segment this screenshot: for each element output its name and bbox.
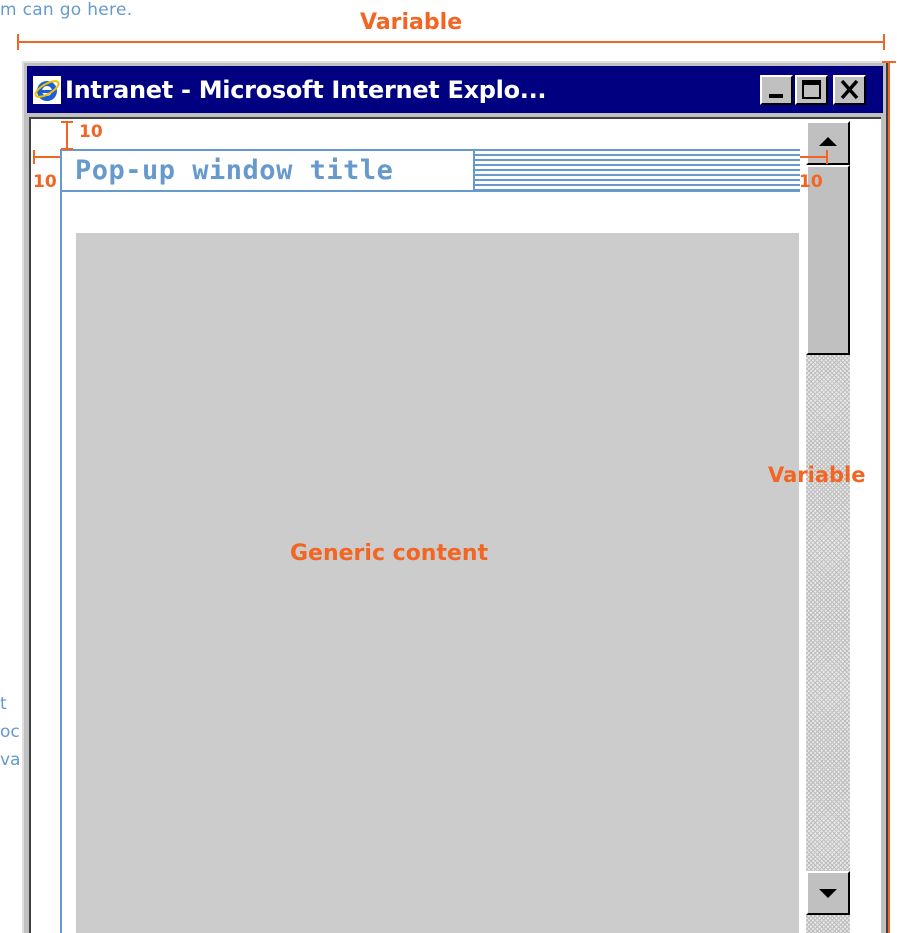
right-margin-line [800, 156, 828, 158]
background-fragment-text: t [0, 694, 7, 714]
popup-title-stripes [475, 149, 800, 192]
scrollbar-thumb[interactable] [806, 165, 850, 355]
maximize-icon [802, 80, 821, 99]
popup-title: Pop-up window title [75, 155, 394, 186]
top-margin-line [66, 121, 68, 150]
generic-content-area [76, 233, 799, 933]
left-margin-tick [33, 150, 35, 164]
top-margin-label: 10 [79, 122, 103, 142]
window-titlebar[interactable]: Intranet - Microsoft Internet Explo... [27, 66, 883, 113]
background-note-text: m can go here. [0, 0, 133, 20]
width-dimension-label: Variable [360, 10, 463, 35]
right-margin-tick [826, 150, 828, 164]
height-dimension-line [888, 61, 890, 933]
popup-left-border [60, 150, 62, 933]
generic-content-label: Generic content [290, 541, 489, 566]
scroll-up-button[interactable] [806, 121, 850, 165]
minimize-icon [769, 94, 783, 98]
background-fragment-text: oc [0, 722, 20, 742]
vertical-scrollbar[interactable] [806, 121, 850, 933]
background-fragment-text: va [0, 750, 21, 770]
close-icon [840, 79, 859, 100]
maximize-button[interactable] [795, 75, 828, 105]
left-margin-line [33, 156, 60, 158]
left-margin-label: 10 [33, 172, 57, 192]
width-dimension-line [17, 41, 885, 43]
height-dimension-tick-top [882, 61, 896, 63]
width-dimension-tick-left [17, 34, 19, 50]
arrow-down-icon [819, 889, 837, 898]
height-dimension-label: Variable [768, 463, 866, 487]
width-dimension-tick-right [883, 34, 885, 50]
close-button[interactable] [833, 75, 866, 105]
window-title: Intranet - Microsoft Internet Explo... [65, 76, 547, 104]
top-margin-tick-top [61, 121, 73, 123]
right-margin-label: 10 [799, 172, 823, 192]
top-margin-tick-bottom [61, 148, 73, 150]
scroll-down-button[interactable] [806, 871, 850, 915]
internet-explorer-icon [33, 76, 61, 104]
minimize-button[interactable] [760, 75, 793, 105]
